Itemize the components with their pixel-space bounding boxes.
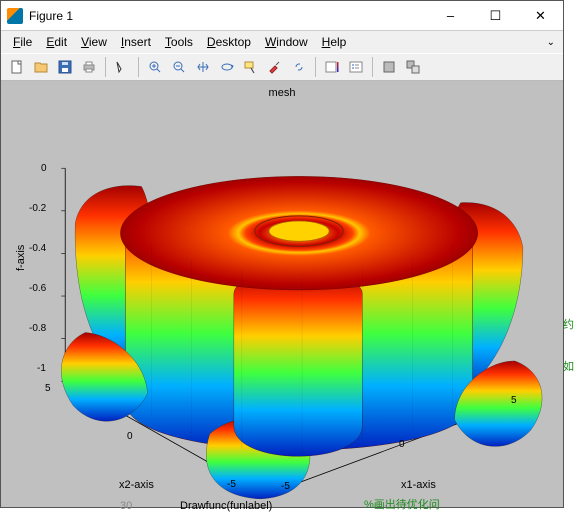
y-axis-label: x2-axis <box>119 479 154 491</box>
xtick-5: 5 <box>511 395 517 406</box>
rotate3d-button[interactable] <box>216 56 238 78</box>
window-title: Figure 1 <box>29 9 428 23</box>
menu-view[interactable]: View <box>75 33 113 51</box>
zoom-out-button[interactable] <box>168 56 190 78</box>
menu-desktop[interactable]: Desktop <box>201 33 257 51</box>
insert-colorbar-button[interactable] <box>321 56 343 78</box>
xtick-0: 0 <box>399 439 405 450</box>
ztick-4: -0.8 <box>29 323 46 334</box>
menu-window[interactable]: Window <box>259 33 314 51</box>
ytick-5: 5 <box>45 383 51 394</box>
x-axis-label: x1-axis <box>401 479 436 491</box>
insert-legend-button[interactable] <box>345 56 367 78</box>
print-button[interactable] <box>78 56 100 78</box>
maximize-button[interactable]: ☐ <box>473 1 518 31</box>
bg-text-a: 约 <box>563 316 574 332</box>
link-button[interactable] <box>288 56 310 78</box>
ytick--5: -5 <box>227 479 236 490</box>
toolbar <box>1 53 563 81</box>
hide-plot-tools-button[interactable] <box>378 56 400 78</box>
save-button[interactable] <box>54 56 76 78</box>
axes-3d[interactable]: mesh <box>1 81 563 507</box>
show-plot-tools-button[interactable] <box>402 56 424 78</box>
ztick-5: -1 <box>37 363 46 374</box>
brush-button[interactable] <box>264 56 286 78</box>
titlebar: Figure 1 – ☐ ✕ <box>1 1 563 31</box>
menu-tools[interactable]: Tools <box>159 33 199 51</box>
close-button[interactable]: ✕ <box>518 1 563 31</box>
xtick--5: -5 <box>281 481 290 492</box>
ztick-3: -0.6 <box>29 283 46 294</box>
zoom-in-button[interactable] <box>144 56 166 78</box>
chart-title: mesh <box>269 87 296 99</box>
bg-text-d: Drawfunc(funlabel) <box>180 500 272 512</box>
datacursor-button[interactable] <box>240 56 262 78</box>
new-figure-button[interactable] <box>6 56 28 78</box>
surface-plot-svg <box>1 81 563 507</box>
pan-button[interactable] <box>192 56 214 78</box>
bg-text-e: %画出待优化问 <box>364 496 440 512</box>
open-button[interactable] <box>30 56 52 78</box>
z-axis-label: f-axis <box>15 245 27 271</box>
menu-insert[interactable]: Insert <box>115 33 157 51</box>
menu-file[interactable]: File <box>7 33 38 51</box>
ztick-2: -0.4 <box>29 243 46 254</box>
ytick-0: 0 <box>127 431 133 442</box>
menu-edit[interactable]: Edit <box>40 33 73 51</box>
menu-help[interactable]: Help <box>316 33 353 51</box>
minimize-button[interactable]: – <box>428 1 473 31</box>
ztick-1: -0.2 <box>29 203 46 214</box>
bg-text-c: 30 <box>120 500 132 512</box>
ztick-0: 0 <box>41 163 47 174</box>
matlab-icon <box>7 8 23 24</box>
edit-plot-button[interactable] <box>111 56 133 78</box>
menu-overflow-icon[interactable]: ⌄ <box>547 37 555 48</box>
menubar: File Edit View Insert Tools Desktop Wind… <box>1 31 563 53</box>
bg-text-b: 如 <box>563 358 574 374</box>
